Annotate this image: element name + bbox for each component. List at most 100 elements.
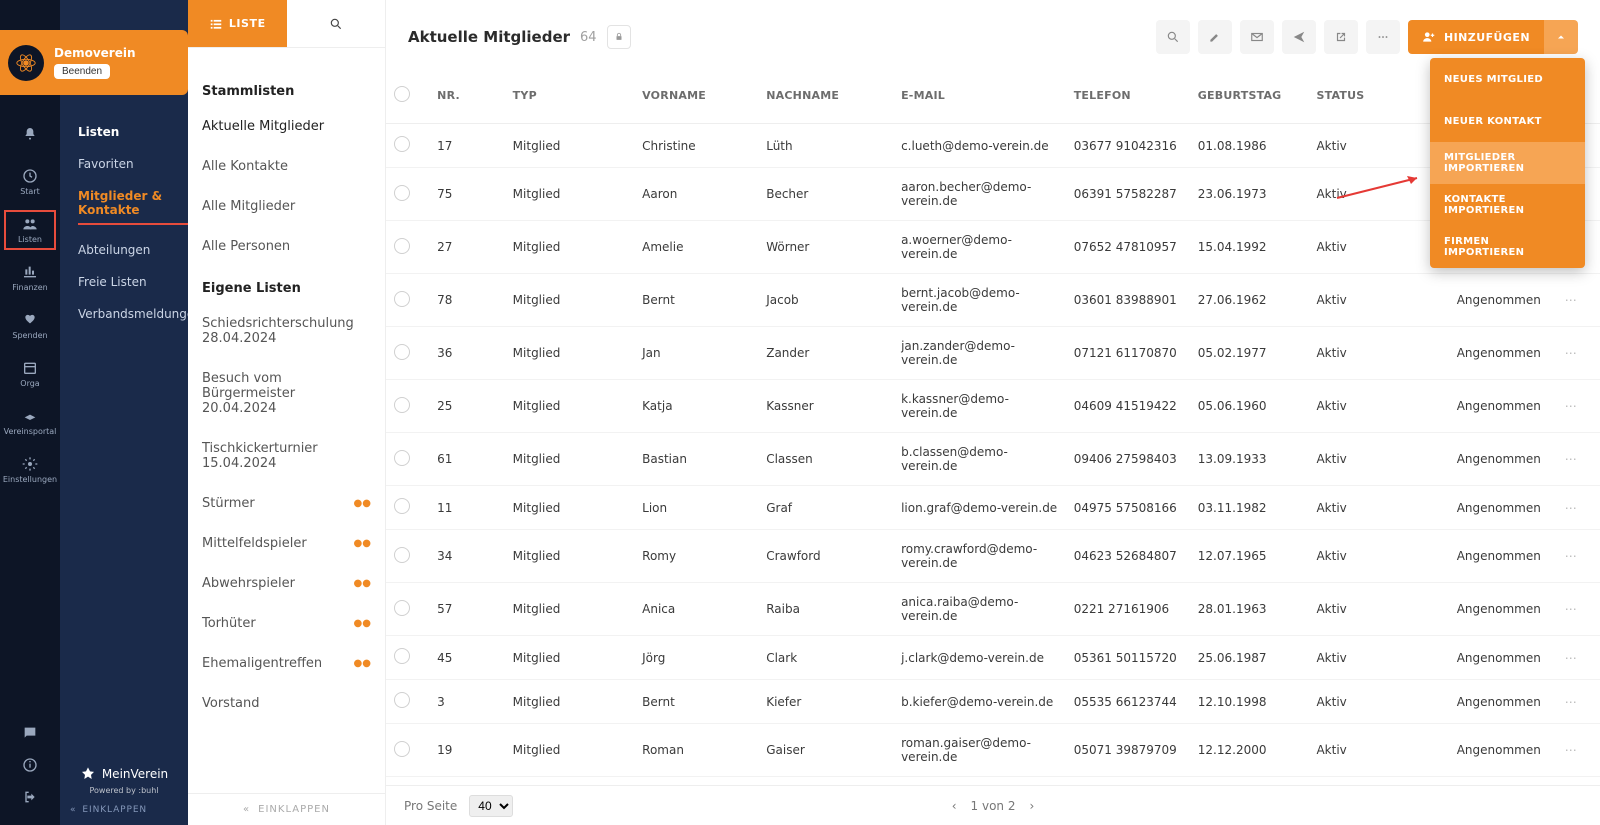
nav-link[interactable]: Favoriten xyxy=(78,157,176,171)
nav-link[interactable]: Freie Listen xyxy=(78,275,176,289)
send-button[interactable] xyxy=(1282,20,1316,54)
dropdown-item[interactable]: FIRMEN IMPORTIEREN xyxy=(1430,226,1585,268)
lists-item[interactable]: Alle Personen xyxy=(202,227,371,267)
row-checkbox[interactable] xyxy=(394,498,410,514)
row-more-icon[interactable]: ⋯ xyxy=(1557,327,1600,380)
table-row[interactable]: 57MitgliedAnicaRaibaanica.raiba@demo-ver… xyxy=(386,583,1600,636)
rail-orga[interactable]: Orga xyxy=(0,350,60,398)
table-row[interactable]: 11MitgliedLionGraflion.graf@demo-verein.… xyxy=(386,486,1600,530)
column-header[interactable]: NACHNAME xyxy=(758,68,893,124)
info-icon[interactable] xyxy=(22,757,38,777)
row-more-icon[interactable]: ⋯ xyxy=(1557,274,1600,327)
rail-settings[interactable]: Einstellungen xyxy=(0,446,60,494)
external-button[interactable] xyxy=(1324,20,1358,54)
row-checkbox[interactable] xyxy=(394,547,410,563)
lists-item[interactable]: Ehemaligentreffen●● xyxy=(202,644,371,684)
search-button[interactable] xyxy=(1156,20,1190,54)
rail-finanzen[interactable]: Finanzen xyxy=(0,254,60,302)
row-checkbox[interactable] xyxy=(394,450,410,466)
flag-icon: ●● xyxy=(354,578,371,589)
rail-spenden[interactable]: Spenden xyxy=(0,302,60,350)
flag-icon: ●● xyxy=(354,658,371,669)
tab-search[interactable] xyxy=(287,0,386,47)
lists-item[interactable]: Torhüter●● xyxy=(202,604,371,644)
lock-icon[interactable] xyxy=(607,25,631,49)
dropdown-item[interactable]: NEUER KONTAKT xyxy=(1430,100,1585,142)
table-row[interactable]: 12MitgliedAnikaWesselanika.wessel@demo-v… xyxy=(386,777,1600,786)
row-more-icon[interactable]: ⋯ xyxy=(1557,680,1600,724)
column-header[interactable]: E-MAIL xyxy=(893,68,1066,124)
dropdown-item[interactable]: MITGLIEDER IMPORTIEREN xyxy=(1430,142,1585,184)
lists-item[interactable]: Tischkickerturnier 15.04.2024 xyxy=(202,429,371,484)
lists-item[interactable]: Aktuelle Mitglieder xyxy=(202,107,371,147)
rail-bell[interactable] xyxy=(0,110,60,158)
column-header[interactable]: TYP xyxy=(505,68,634,124)
column-header[interactable]: VORNAME xyxy=(634,68,758,124)
table-row[interactable]: 19MitgliedRomanGaiserroman.gaiser@demo-v… xyxy=(386,724,1600,777)
row-more-icon[interactable]: ⋯ xyxy=(1557,380,1600,433)
row-checkbox[interactable] xyxy=(394,185,410,201)
column-header[interactable]: GEBURTSTAG xyxy=(1190,68,1309,124)
column-header[interactable]: NR. xyxy=(429,68,505,124)
rail-portal[interactable]: Vereinsportal xyxy=(0,398,60,446)
lists-item[interactable]: Vorstand xyxy=(202,684,371,724)
row-checkbox[interactable] xyxy=(394,291,410,307)
row-checkbox[interactable] xyxy=(394,397,410,413)
lists-item[interactable]: Stürmer●● xyxy=(202,484,371,524)
flag-icon: ●● xyxy=(354,538,371,549)
table-row[interactable]: 25MitgliedKatjaKassnerk.kassner@demo-ver… xyxy=(386,380,1600,433)
lists-item[interactable]: Mittelfeldspieler●● xyxy=(202,524,371,564)
rail-listen[interactable]: Listen xyxy=(0,206,60,254)
rail-start[interactable]: Start xyxy=(0,158,60,206)
row-checkbox[interactable] xyxy=(394,344,410,360)
row-more-icon[interactable]: ⋯ xyxy=(1557,636,1600,680)
lists-item[interactable]: Besuch vom Bürgermeister 20.04.2024 xyxy=(202,359,371,429)
lists-item[interactable]: Abwehrspieler●● xyxy=(202,564,371,604)
lists-collapse[interactable]: «EINKLAPPEN xyxy=(188,793,385,825)
column-header[interactable]: STATUS xyxy=(1308,68,1448,124)
column-header[interactable]: TELEFON xyxy=(1066,68,1190,124)
table-row[interactable]: 3MitgliedBerntKieferb.kiefer@demo-verein… xyxy=(386,680,1600,724)
lists-item[interactable]: Alle Mitglieder xyxy=(202,187,371,227)
nav-link[interactable]: Abteilungen xyxy=(78,243,176,257)
add-dropdown-toggle[interactable] xyxy=(1544,20,1578,54)
add-button[interactable]: HINZUFÜGEN xyxy=(1408,20,1544,54)
tab-liste[interactable]: LISTE xyxy=(188,0,287,47)
row-checkbox[interactable] xyxy=(394,600,410,616)
edit-button[interactable] xyxy=(1198,20,1232,54)
mail-button[interactable] xyxy=(1240,20,1274,54)
chat-icon[interactable] xyxy=(22,725,38,745)
row-more-icon[interactable]: ⋯ xyxy=(1557,433,1600,486)
dropdown-item[interactable]: NEUES MITGLIED xyxy=(1430,58,1585,100)
pager-prev[interactable]: ‹ xyxy=(952,799,957,813)
table-row[interactable]: 27MitgliedAmelieWörnera.woerner@demo-ver… xyxy=(386,221,1600,274)
table-row[interactable]: 61MitgliedBastianClassenb.classen@demo-v… xyxy=(386,433,1600,486)
table-row[interactable]: 17MitgliedChristineLüthc.lueth@demo-vere… xyxy=(386,124,1600,168)
dropdown-item[interactable]: KONTAKTE IMPORTIEREN xyxy=(1430,184,1585,226)
more-button[interactable] xyxy=(1366,20,1400,54)
row-checkbox[interactable] xyxy=(394,136,410,152)
row-more-icon[interactable]: ⋯ xyxy=(1557,530,1600,583)
table-row[interactable]: 78MitgliedBerntJacobbernt.jacob@demo-ver… xyxy=(386,274,1600,327)
row-checkbox[interactable] xyxy=(394,238,410,254)
page-size-select[interactable]: 40 xyxy=(469,795,513,817)
pager-next[interactable]: › xyxy=(1029,799,1034,813)
table-row[interactable]: 34MitgliedRomyCrawfordromy.crawford@demo… xyxy=(386,530,1600,583)
navy-collapse[interactable]: «EINKLAPPEN xyxy=(70,805,147,815)
logout-icon[interactable] xyxy=(22,789,38,809)
lists-item[interactable]: Schiedsrichterschulung 28.04.2024 xyxy=(202,304,371,359)
table-row[interactable]: 36MitgliedJanZanderjan.zander@demo-verei… xyxy=(386,327,1600,380)
table-row[interactable]: 45MitgliedJörgClarkj.clark@demo-verein.d… xyxy=(386,636,1600,680)
nav-link[interactable]: Verbandsmeldungen xyxy=(78,307,176,321)
row-more-icon[interactable]: ⋯ xyxy=(1557,583,1600,636)
row-checkbox[interactable] xyxy=(394,692,410,708)
row-more-icon[interactable]: ⋯ xyxy=(1557,486,1600,530)
row-checkbox[interactable] xyxy=(394,741,410,757)
exit-button[interactable]: Beenden xyxy=(54,64,110,79)
row-more-icon[interactable]: ⋯ xyxy=(1557,724,1600,777)
select-all-checkbox[interactable] xyxy=(394,86,410,102)
lists-item[interactable]: Alle Kontakte xyxy=(202,147,371,187)
row-more-icon[interactable]: ⋯ xyxy=(1557,777,1600,786)
row-checkbox[interactable] xyxy=(394,648,410,664)
nav-link[interactable]: Mitglieder & Kontakte xyxy=(78,189,188,225)
